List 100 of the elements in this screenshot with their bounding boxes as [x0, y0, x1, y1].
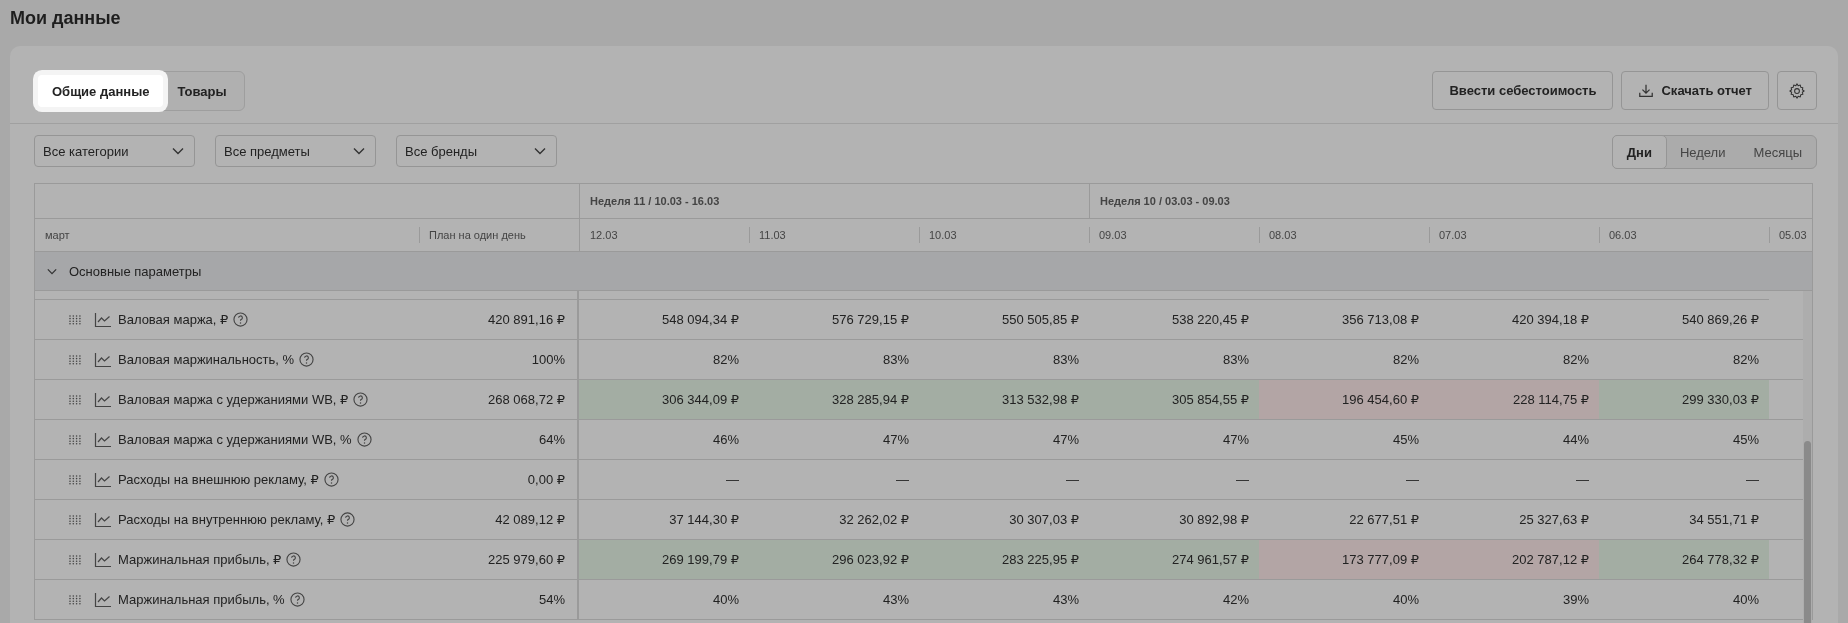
week-header: Неделя 10 / 03.03 - 09.03	[1100, 195, 1230, 207]
date-header: 09.03	[1099, 229, 1127, 241]
value-cell-text: 40%	[1731, 591, 1760, 609]
line-chart-icon[interactable]	[94, 511, 112, 528]
filter-dropdown[interactable]: Все предметы	[215, 135, 376, 167]
period-tab[interactable]: Дни	[1611, 135, 1667, 169]
drag-handle-icon[interactable]	[69, 434, 81, 445]
highlighted-value-cell: 202 787,12 ₽	[1429, 540, 1599, 579]
value-cell-text: —	[725, 471, 740, 489]
page-title: Мои данные	[9, 7, 122, 30]
group-label: Основные параметры	[69, 263, 202, 279]
value-cell-text: 576 729,15 ₽	[831, 311, 910, 329]
value-cell-text: —	[1235, 471, 1250, 489]
highlighted-value-cell: 196 454,60 ₽	[1259, 380, 1429, 419]
drag-handle-icon[interactable]	[69, 474, 81, 485]
value-cell-text: —	[895, 471, 910, 489]
value-cell-text: —	[1745, 471, 1760, 489]
value-cell-text: 420 394,18 ₽	[1511, 311, 1590, 329]
download-report-button[interactable]: Скачать отчет	[1621, 71, 1769, 110]
date-header: 11.03	[759, 229, 786, 241]
metric-label: Валовая маржа с удержаниями WB, %	[118, 432, 352, 447]
drag-handle-icon[interactable]	[69, 514, 81, 525]
date-header: 06.03	[1609, 229, 1637, 241]
highlighted-value-cell: 305 854,55 ₽	[1089, 380, 1259, 419]
group-row[interactable]: Основные параметры	[35, 252, 1812, 291]
filter-dropdown[interactable]: Все категории	[34, 135, 195, 167]
tab[interactable]: Товары	[163, 75, 241, 107]
week-header: Неделя 11 / 10.03 - 16.03	[590, 195, 720, 207]
filter-dropdown[interactable]: Все бренды	[396, 135, 557, 167]
help-icon[interactable]	[353, 392, 369, 407]
drag-handle-icon[interactable]	[69, 354, 81, 365]
value-cell-text: 30 307,03 ₽	[1008, 511, 1080, 529]
metric-label: Валовая маржа с удержаниями WB, ₽	[118, 392, 349, 407]
metric-label: Маржинальная прибыль, %	[118, 592, 285, 607]
highlighted-value-cell: 228 114,75 ₽	[1429, 380, 1599, 419]
line-chart-icon[interactable]	[94, 391, 112, 408]
metric-label: Валовая маржа, ₽	[118, 312, 229, 327]
help-icon[interactable]	[286, 552, 302, 567]
plan-value: 225 979,60 ₽	[488, 552, 565, 567]
settings-button[interactable]	[1777, 71, 1817, 110]
value-cell-text: 46%	[711, 431, 740, 449]
scrollbar[interactable]	[1803, 291, 1812, 623]
chevron-down-icon	[172, 147, 184, 155]
plan-value: 42 089,12 ₽	[495, 512, 565, 527]
highlighted-value-cell: 299 330,03 ₽	[1599, 380, 1769, 419]
enter-cost-button[interactable]: Ввести себестоимость	[1432, 71, 1614, 110]
chevron-down-icon	[534, 147, 546, 155]
plan-value: 268 068,72 ₽	[488, 392, 565, 407]
value-cell-text: —	[1405, 471, 1420, 489]
value-cell-text: 47%	[881, 431, 910, 449]
drag-handle-icon[interactable]	[69, 394, 81, 405]
value-cell-text: 37 144,30 ₽	[668, 511, 740, 529]
value-cell-text: —	[1065, 471, 1080, 489]
value-cell-text: 25 327,63 ₽	[1518, 511, 1590, 529]
value-cell-text: 34 551,71 ₽	[1688, 511, 1760, 529]
drag-handle-icon[interactable]	[69, 554, 81, 565]
metric-label: Маржинальная прибыль, ₽	[118, 552, 282, 567]
month-header: март	[45, 229, 70, 241]
value-cell-text: 39%	[1561, 591, 1590, 609]
metric-label: Валовая маржинальность, %	[118, 352, 295, 367]
value-cell-text: 45%	[1731, 431, 1760, 449]
plan-value: 54%	[538, 592, 565, 607]
download-icon	[1638, 82, 1655, 99]
column-header: План на один день	[429, 229, 526, 241]
value-cell-text: 83%	[881, 351, 910, 369]
help-icon[interactable]	[233, 312, 249, 327]
plan-value: 420 891,16 ₽	[488, 312, 565, 327]
line-chart-icon[interactable]	[94, 551, 112, 568]
value-cell-text: 45%	[1391, 431, 1420, 449]
date-header: 12.03	[590, 229, 618, 241]
highlighted-value-cell: 306 344,09 ₽	[579, 380, 749, 419]
help-icon[interactable]	[340, 512, 356, 527]
period-tab[interactable]: Недели	[1665, 136, 1740, 168]
value-cell-text: 83%	[1051, 351, 1080, 369]
help-icon[interactable]	[323, 472, 339, 487]
plan-value: 0,00 ₽	[527, 472, 565, 487]
value-cell-text: 82%	[1731, 351, 1760, 369]
value-cell-text: 42%	[1221, 591, 1250, 609]
value-cell-text: 30 892,98 ₽	[1178, 511, 1250, 529]
line-chart-icon[interactable]	[94, 311, 112, 328]
highlighted-value-cell: 328 285,94 ₽	[749, 380, 919, 419]
drag-handle-icon[interactable]	[69, 594, 81, 605]
scrollbar-thumb[interactable]	[1804, 441, 1811, 623]
line-chart-icon[interactable]	[94, 591, 112, 608]
highlighted-value-cell: 173 777,09 ₽	[1259, 540, 1429, 579]
line-chart-icon[interactable]	[94, 351, 112, 368]
value-cell-text: 540 869,26 ₽	[1681, 311, 1760, 329]
help-icon[interactable]	[299, 352, 315, 367]
period-tab[interactable]: Месяцы	[1739, 136, 1816, 168]
value-cell-text: 43%	[881, 591, 910, 609]
help-icon[interactable]	[289, 592, 305, 607]
value-cell-text: 538 220,45 ₽	[1171, 311, 1250, 329]
plan-value: 100%	[531, 352, 565, 367]
help-icon[interactable]	[356, 432, 372, 447]
line-chart-icon[interactable]	[94, 471, 112, 488]
drag-handle-icon[interactable]	[69, 314, 81, 325]
highlighted-value-cell: 269 199,79 ₽	[579, 540, 749, 579]
value-cell-text: 40%	[711, 591, 740, 609]
line-chart-icon[interactable]	[94, 431, 112, 448]
value-cell-text: 83%	[1221, 351, 1250, 369]
